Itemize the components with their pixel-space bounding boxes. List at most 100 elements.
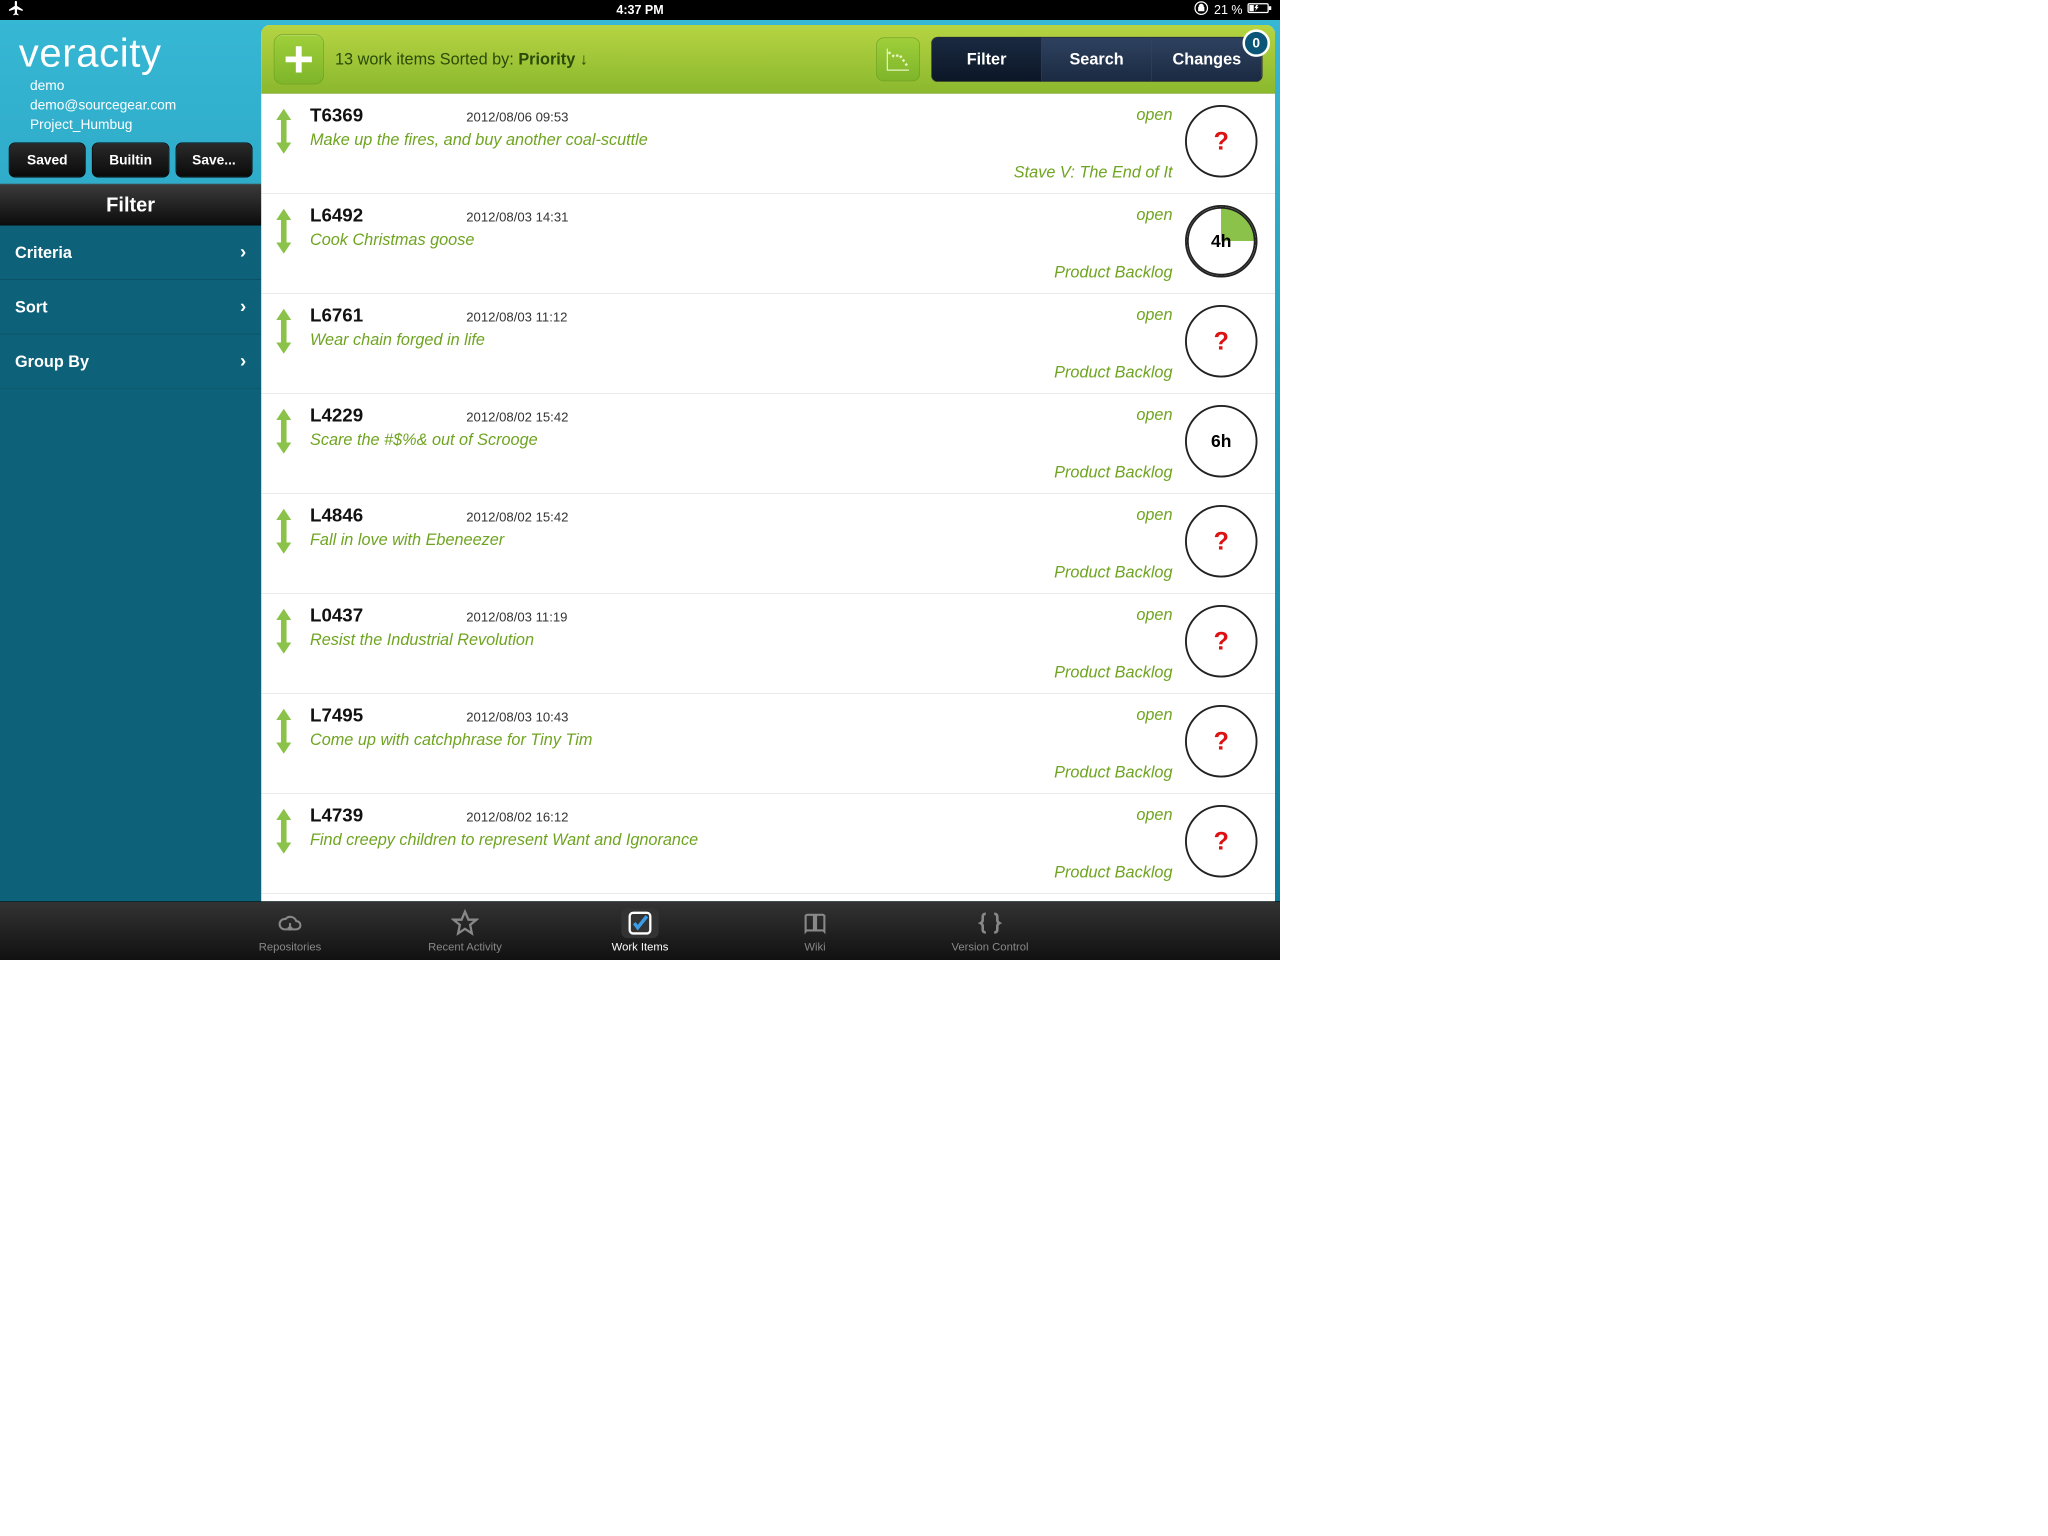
lock-rotation-icon bbox=[1194, 1, 1209, 20]
filter-groupby[interactable]: Group By › bbox=[0, 335, 261, 389]
estimate-badge: ? bbox=[1185, 705, 1258, 778]
brand-block: veracity demo demo@sourcegear.com Projec… bbox=[0, 20, 261, 143]
work-item-list[interactable]: T63692012/08/06 09:53Make up the fires, … bbox=[261, 94, 1275, 902]
work-item-meta: open Product Backlog bbox=[948, 605, 1173, 682]
work-item-id: L4846 bbox=[310, 505, 441, 526]
chevron-right-icon: › bbox=[240, 242, 246, 263]
work-item-title: Resist the Industrial Revolution bbox=[310, 630, 935, 649]
tab-repositories-label: Repositories bbox=[259, 941, 322, 954]
work-item-date: 2012/08/03 14:31 bbox=[466, 210, 568, 225]
filter-header: Filter bbox=[0, 184, 261, 226]
checkbox-icon bbox=[621, 908, 659, 938]
drag-handle-icon[interactable] bbox=[273, 505, 298, 582]
tab-recent-label: Recent Activity bbox=[428, 941, 502, 954]
toolbar: 13 work items Sorted by: Priority ↓ Filt… bbox=[261, 25, 1275, 94]
app-logo: veracity bbox=[19, 33, 243, 73]
work-item-title: Wear chain forged in life bbox=[310, 330, 935, 349]
work-item-row[interactable]: T63692012/08/06 09:53Make up the fires, … bbox=[261, 94, 1275, 194]
search-tab[interactable]: Search bbox=[1042, 37, 1152, 81]
book-icon bbox=[796, 908, 834, 938]
sidebar-fill bbox=[0, 389, 261, 901]
saved-button[interactable]: Saved bbox=[9, 143, 86, 178]
work-item-id: L0437 bbox=[310, 605, 441, 626]
estimate-badge: ? bbox=[1185, 305, 1258, 378]
work-item-title: Fall in love with Ebeneezer bbox=[310, 530, 935, 549]
airplane-icon bbox=[8, 0, 26, 21]
sort-summary: 13 work items Sorted by: Priority ↓ bbox=[335, 49, 588, 68]
work-item-row[interactable]: L47392012/08/02 16:12Find creepy childre… bbox=[261, 794, 1275, 894]
work-item-row[interactable]: L4846 2012/08/02 15:42 Fall in love with E… bbox=[261, 494, 1275, 594]
estimate-badge: 4h bbox=[1185, 205, 1258, 278]
main-panel: 13 work items Sorted by: Priority ↓ Filt… bbox=[261, 25, 1275, 901]
work-item-meta: openProduct Backlog bbox=[948, 805, 1173, 882]
work-item-id: L4739 bbox=[310, 805, 441, 826]
work-item-row[interactable]: L0437 2012/08/03 11:19 Resist the Industri… bbox=[261, 594, 1275, 694]
work-item-id: T6369 bbox=[310, 105, 441, 126]
chart-button[interactable] bbox=[876, 37, 920, 81]
work-item-body: L42292012/08/02 15:42Scare the #$%& out … bbox=[310, 405, 935, 482]
tab-work-items[interactable]: Work Items bbox=[590, 908, 690, 954]
tab-wiki-label: Wiki bbox=[804, 941, 825, 954]
tab-bar: Repositories Recent Activity Work Items … bbox=[0, 901, 1280, 960]
work-item-milestone: Product Backlog bbox=[948, 763, 1173, 782]
work-item-id: L6492 bbox=[310, 205, 441, 226]
filter-tab[interactable]: Filter bbox=[932, 37, 1042, 81]
filter-sort[interactable]: Sort › bbox=[0, 280, 261, 334]
sort-arrow: ↓ bbox=[575, 49, 588, 68]
work-item-milestone: Product Backlog bbox=[948, 463, 1173, 482]
work-item-date: 2012/08/03 11:19 bbox=[466, 610, 567, 625]
work-item-milestone: Stave V: The End of It bbox=[948, 163, 1173, 182]
filter-criteria[interactable]: Criteria › bbox=[0, 226, 261, 280]
work-item-row[interactable]: L42292012/08/02 15:42Scare the #$%& out … bbox=[261, 394, 1275, 494]
battery-percent: 21 % bbox=[1214, 3, 1242, 17]
drag-handle-icon[interactable] bbox=[273, 305, 298, 382]
work-item-status: open bbox=[948, 105, 1173, 124]
work-item-title: Cook Christmas goose bbox=[310, 230, 935, 249]
estimate-badge: 6h bbox=[1185, 405, 1258, 478]
filter-criteria-label: Criteria bbox=[15, 243, 72, 262]
work-item-status: open bbox=[948, 605, 1173, 624]
work-item-body: L0437 2012/08/03 11:19 Resist the Industri… bbox=[310, 605, 935, 682]
estimate-badge: ? bbox=[1185, 805, 1258, 878]
work-item-row[interactable]: L67612012/08/03 11:12Wear chain forged i… bbox=[261, 294, 1275, 394]
star-icon bbox=[446, 908, 484, 938]
work-item-meta: openProduct Backlog bbox=[948, 505, 1173, 582]
work-item-row[interactable]: L74952012/08/03 10:43Come up with catchp… bbox=[261, 694, 1275, 794]
status-time: 4:37 PM bbox=[616, 3, 663, 17]
battery-icon bbox=[1248, 2, 1273, 18]
filter-groupby-label: Group By bbox=[15, 352, 89, 371]
chevron-right-icon: › bbox=[240, 296, 246, 317]
work-item-milestone: Product Backlog bbox=[948, 663, 1173, 682]
save-button[interactable]: Save... bbox=[175, 143, 252, 178]
work-item-date: 2012/08/03 11:12 bbox=[466, 310, 567, 325]
tab-version-control[interactable]: Version Control bbox=[940, 908, 1040, 954]
drag-handle-icon[interactable] bbox=[273, 205, 298, 282]
drag-handle-icon[interactable] bbox=[273, 405, 298, 482]
sidebar: veracity demo demo@sourcegear.com Projec… bbox=[0, 20, 261, 901]
work-item-body: L4846 2012/08/02 15:42 Fall in love with E… bbox=[310, 505, 935, 582]
sort-prefix: 13 work items Sorted by: bbox=[335, 49, 518, 68]
work-item-status: open bbox=[948, 705, 1173, 724]
builtin-button[interactable]: Builtin bbox=[92, 143, 169, 178]
add-button[interactable] bbox=[274, 34, 324, 84]
work-item-status: open bbox=[948, 805, 1173, 824]
work-item-status: open bbox=[948, 205, 1173, 224]
work-item-meta: openProduct Backlog bbox=[948, 305, 1173, 382]
view-segment: Filter Search Changes bbox=[931, 37, 1262, 82]
tab-repositories[interactable]: Repositories bbox=[240, 908, 340, 954]
changes-badge: 0 bbox=[1243, 29, 1271, 57]
work-item-date: 2012/08/02 16:12 bbox=[466, 810, 568, 825]
drag-handle-icon[interactable] bbox=[273, 605, 298, 682]
tab-recent[interactable]: Recent Activity bbox=[415, 908, 515, 954]
work-item-body: L67612012/08/03 11:12Wear chain forged i… bbox=[310, 305, 935, 382]
braces-icon bbox=[971, 908, 1009, 938]
work-item-row[interactable]: L6492 2012/08/03 14:31 Cook Christmas goos… bbox=[261, 194, 1275, 294]
tab-wiki[interactable]: Wiki bbox=[765, 908, 865, 954]
drag-handle-icon[interactable] bbox=[273, 105, 298, 182]
user-email: demo@sourcegear.com bbox=[30, 95, 243, 114]
work-item-date: 2012/08/02 15:42 bbox=[466, 510, 568, 525]
drag-handle-icon[interactable] bbox=[273, 705, 298, 782]
drag-handle-icon[interactable] bbox=[273, 805, 298, 882]
work-item-milestone: Product Backlog bbox=[948, 263, 1173, 282]
work-item-status: open bbox=[948, 405, 1173, 424]
